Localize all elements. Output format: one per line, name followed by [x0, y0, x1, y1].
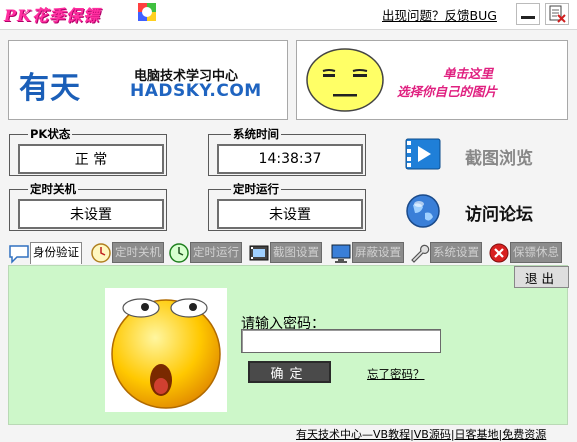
clock-icon — [90, 242, 112, 264]
site-logo: 有天 — [19, 71, 81, 106]
scheduled-shutdown-caption: 定时关机 — [28, 181, 78, 197]
site-banner: 有天 电脑技术学习中心 HADSKY.COM — [8, 40, 288, 120]
neutral-face-icon — [306, 48, 384, 112]
stop-icon — [488, 242, 510, 264]
exit-button[interactable]: 退出 — [514, 266, 569, 288]
tab-auth[interactable]: 身份验证 — [8, 240, 82, 265]
footer: 有天技术中心—VB教程|VB源码|日客基地|免费资源 — [294, 425, 577, 442]
system-time-group: 系统时间 14:38:37 — [208, 126, 366, 176]
tab-scheduled-shutdown-label: 定时关机 — [112, 242, 164, 263]
wrench-icon — [408, 242, 430, 264]
tab-scheduled-run-label: 定时运行 — [190, 242, 242, 263]
tab-guard-rest[interactable]: 保镖休息 — [488, 240, 562, 265]
tab-guard-rest-label: 保镖休息 — [510, 242, 562, 263]
chat-bubble-icon — [8, 242, 30, 264]
system-time-caption: 系统时间 — [231, 126, 281, 142]
scheduled-run-caption: 定时运行 — [231, 181, 281, 197]
browse-screenshots-button[interactable]: 截图浏览 — [405, 136, 565, 172]
pk-status-group: PK状态 正 常 — [9, 126, 167, 176]
browse-screenshots-label: 截图浏览 — [465, 149, 533, 169]
monitor-icon — [330, 242, 352, 264]
tab-system-settings-label: 系统设置 — [430, 242, 482, 263]
scheduled-run-value: 未设置 — [217, 199, 363, 229]
app-title: PK花季保镖 — [4, 6, 100, 25]
tab-strip: 身份验证 定时关机 定时运行 截图设置 屏蔽设置 系统设置 保镖休息 — [8, 240, 568, 265]
app-logo-icon — [138, 3, 156, 21]
tab-block-settings-label: 屏蔽设置 — [352, 242, 404, 263]
tab-auth-label: 身份验证 — [30, 241, 82, 264]
scheduled-shutdown-value: 未设置 — [18, 199, 164, 229]
confirm-button[interactable]: 确定 — [248, 361, 331, 383]
pk-status-value: 正 常 — [18, 144, 164, 174]
custom-banner-line1: 单击这里 — [443, 66, 494, 81]
tab-block-settings[interactable]: 屏蔽设置 — [330, 240, 404, 265]
feedback-link[interactable]: 出现问题？反馈BUG — [382, 5, 497, 24]
film-icon — [248, 242, 270, 264]
tab-screenshot-settings-label: 截图设置 — [270, 242, 322, 263]
custom-banner-line2: 选择你自己的图片 — [397, 84, 498, 99]
tab-scheduled-shutdown[interactable]: 定时关机 — [90, 240, 164, 265]
avatar — [105, 288, 227, 412]
close-icon — [549, 5, 566, 23]
film-play-icon — [405, 138, 441, 170]
title-bar: PK花季保镖 出现问题？反馈BUG — [0, 0, 577, 30]
scheduled-shutdown-group: 定时关机 未设置 — [9, 181, 167, 231]
tab-system-settings[interactable]: 系统设置 — [408, 240, 482, 265]
forgot-password-link[interactable]: 忘了密码？ — [367, 366, 425, 382]
globe-icon — [406, 194, 440, 228]
minimize-icon — [521, 16, 535, 19]
footer-links[interactable]: 有天技术中心—VB教程|VB源码|日客基地|免费资源 — [296, 426, 546, 442]
run-clock-icon — [168, 242, 190, 264]
password-input[interactable] — [241, 329, 441, 353]
visit-forum-button[interactable]: 访问论坛 — [405, 192, 565, 228]
pk-status-caption: PK状态 — [28, 126, 73, 142]
auth-panel: 退出 请输入密码： 确定 忘了密码？ — [8, 265, 569, 425]
visit-forum-label: 访问论坛 — [465, 205, 533, 225]
tab-scheduled-run[interactable]: 定时运行 — [168, 240, 242, 265]
system-time-value: 14:38:37 — [217, 144, 363, 174]
close-button[interactable] — [545, 3, 569, 25]
custom-image-banner[interactable]: 单击这里 选择你自己的图片 — [296, 40, 568, 120]
site-domain: HADSKY.COM — [130, 81, 262, 101]
minimize-button[interactable] — [516, 3, 540, 25]
scheduled-run-group: 定时运行 未设置 — [208, 181, 366, 231]
surprised-face-icon — [111, 298, 221, 409]
tab-screenshot-settings[interactable]: 截图设置 — [248, 240, 322, 265]
